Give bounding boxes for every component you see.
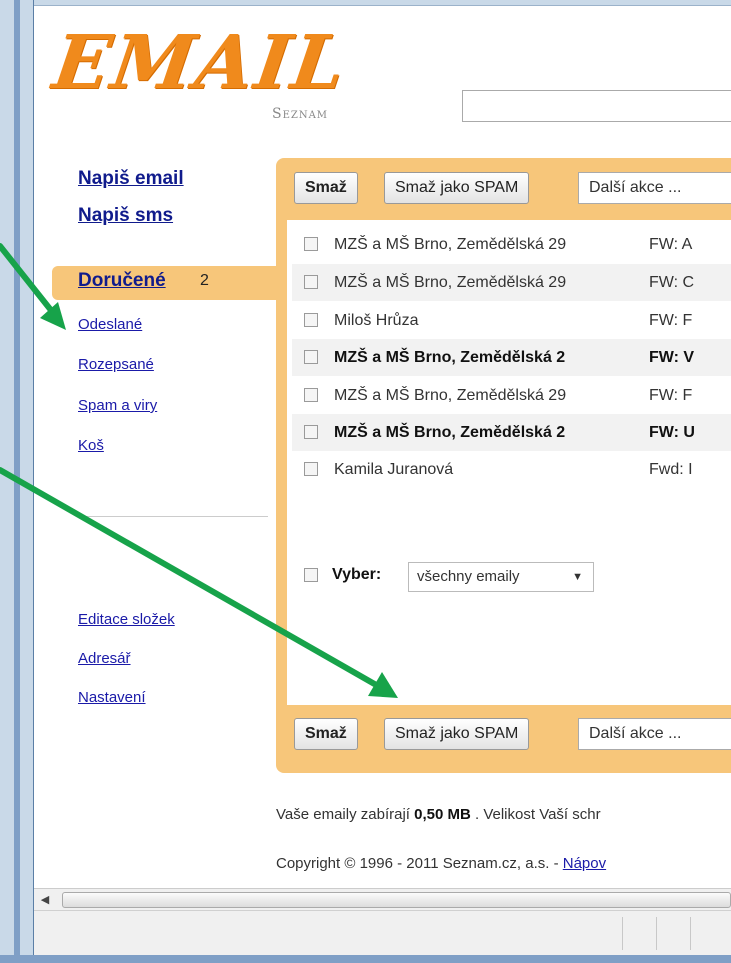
message-subject[interactable]: FW: C (649, 264, 694, 301)
delete-button-bottom[interactable]: Smaž (294, 718, 358, 750)
scrollbar-thumb[interactable] (62, 892, 731, 908)
copyright-label: Copyright © 1996 - 2011 Seznam.cz, a.s. … (276, 855, 559, 872)
sidebar-divider (78, 516, 268, 517)
row-checkbox[interactable] (304, 350, 318, 364)
toolbar-bottom: Smaž Smaž jako SPAM Další akce ... (294, 718, 731, 752)
compose-sms-link[interactable]: Napiš sms (78, 205, 173, 227)
table-row[interactable]: MZŠ a MŠ Brno, Zemědělská 29 FW: F (292, 377, 731, 414)
storage-usage-text: Vaše emaily zabírají 0,50 MB . Velikost … (276, 806, 601, 823)
copyright-text: Copyright © 1996 - 2011 Seznam.cz, a.s. … (276, 855, 606, 872)
sidebar-item-sent[interactable]: Odeslané (78, 316, 142, 333)
scroll-left-icon[interactable]: ◀ (34, 889, 56, 911)
horizontal-scrollbar[interactable]: ◀ (34, 888, 731, 910)
message-sender[interactable]: Kamila Juranová (334, 451, 634, 488)
message-subject[interactable]: FW: F (649, 302, 692, 339)
delete-as-spam-button-bottom[interactable]: Smaž jako SPAM (384, 718, 530, 750)
row-checkbox[interactable] (304, 275, 318, 289)
status-bar (34, 910, 731, 955)
logo[interactable]: EMAIL Seznam (48, 20, 384, 135)
table-row[interactable]: Kamila Juranová Fwd: I (292, 451, 731, 488)
toolbar-top: Smaž Smaž jako SPAM Další akce ... (294, 172, 731, 206)
delete-as-spam-button[interactable]: Smaž jako SPAM (384, 172, 530, 204)
sidebar-item-settings[interactable]: Nastavení (78, 689, 146, 706)
message-subject[interactable]: FW: F (649, 377, 692, 414)
usage-value: 0,50 MB (414, 806, 471, 823)
sidebar-item-addressbook[interactable]: Adresář (78, 650, 131, 667)
message-subject[interactable]: FW: V (649, 339, 694, 376)
more-actions-select-bottom[interactable]: Další akce ... (578, 718, 731, 750)
row-checkbox[interactable] (304, 237, 318, 251)
window-top-border (34, 0, 731, 6)
status-separator (622, 917, 623, 950)
message-subject[interactable]: FW: U (649, 414, 695, 451)
compose-email-link[interactable]: Napiš email (78, 168, 184, 190)
arrow-head-drafts-icon (40, 302, 66, 330)
row-checkbox[interactable] (304, 313, 318, 327)
help-link[interactable]: Nápov (563, 855, 606, 872)
status-separator (690, 917, 691, 950)
row-checkbox[interactable] (304, 462, 318, 476)
sidebar-item-edit-folders[interactable]: Editace složek (78, 611, 175, 628)
chevron-down-icon: ▼ (572, 571, 583, 583)
logo-brand: EMAIL (47, 20, 353, 106)
select-emails-dropdown[interactable]: všechny emaily ▼ (408, 562, 594, 592)
message-sender[interactable]: MZŠ a MŠ Brno, Zemědělská 2 (334, 414, 634, 451)
inbox-unread-count: 2 (200, 272, 209, 289)
sidebar-item-trash[interactable]: Koš (78, 437, 104, 454)
table-row[interactable]: MZŠ a MŠ Brno, Zemědělská 2 FW: V (292, 339, 731, 376)
logo-subtitle: Seznam (272, 106, 329, 122)
more-actions-select[interactable]: Další akce ... (578, 172, 731, 204)
sidebar-item-spam[interactable]: Spam a viry (78, 397, 157, 414)
search-input[interactable] (462, 90, 731, 122)
message-sender[interactable]: MZŠ a MŠ Brno, Zemědělská 29 (334, 226, 634, 263)
message-sender[interactable]: MZŠ a MŠ Brno, Zemědělská 2 (334, 339, 634, 376)
window-left-border (0, 0, 34, 963)
sidebar-item-inbox[interactable]: Doručené (78, 270, 166, 292)
select-row: Vyber: všechny emaily ▼ (292, 558, 731, 598)
usage-suffix: . Velikost Vaší schr (475, 806, 601, 823)
table-row[interactable]: MZŠ a MŠ Brno, Zemědělská 2 FW: U (292, 414, 731, 451)
status-separator (656, 917, 657, 950)
window-bottom-border (0, 955, 731, 963)
message-sender[interactable]: Miloš Hrůza (334, 302, 634, 339)
sidebar-item-drafts[interactable]: Rozepsané (78, 356, 154, 373)
select-value: všechny emaily (417, 568, 520, 585)
select-all-checkbox[interactable] (304, 568, 318, 582)
message-sender[interactable]: MZŠ a MŠ Brno, Zemědělská 29 (334, 377, 634, 414)
message-subject[interactable]: Fwd: I (649, 451, 693, 488)
delete-button[interactable]: Smaž (294, 172, 358, 204)
table-row[interactable]: MZŠ a MŠ Brno, Zemědělská 29 FW: A (292, 226, 731, 263)
message-sender[interactable]: MZŠ a MŠ Brno, Zemědělská 29 (334, 264, 634, 301)
table-row[interactable]: Miloš Hrůza FW: F (292, 302, 731, 339)
row-checkbox[interactable] (304, 388, 318, 402)
row-checkbox[interactable] (304, 425, 318, 439)
select-label: Vyber: (332, 566, 382, 583)
message-subject[interactable]: FW: A (649, 226, 692, 263)
usage-prefix: Vaše emaily zabírají (276, 806, 410, 823)
table-row[interactable]: MZŠ a MŠ Brno, Zemědělská 29 FW: C (292, 264, 731, 301)
